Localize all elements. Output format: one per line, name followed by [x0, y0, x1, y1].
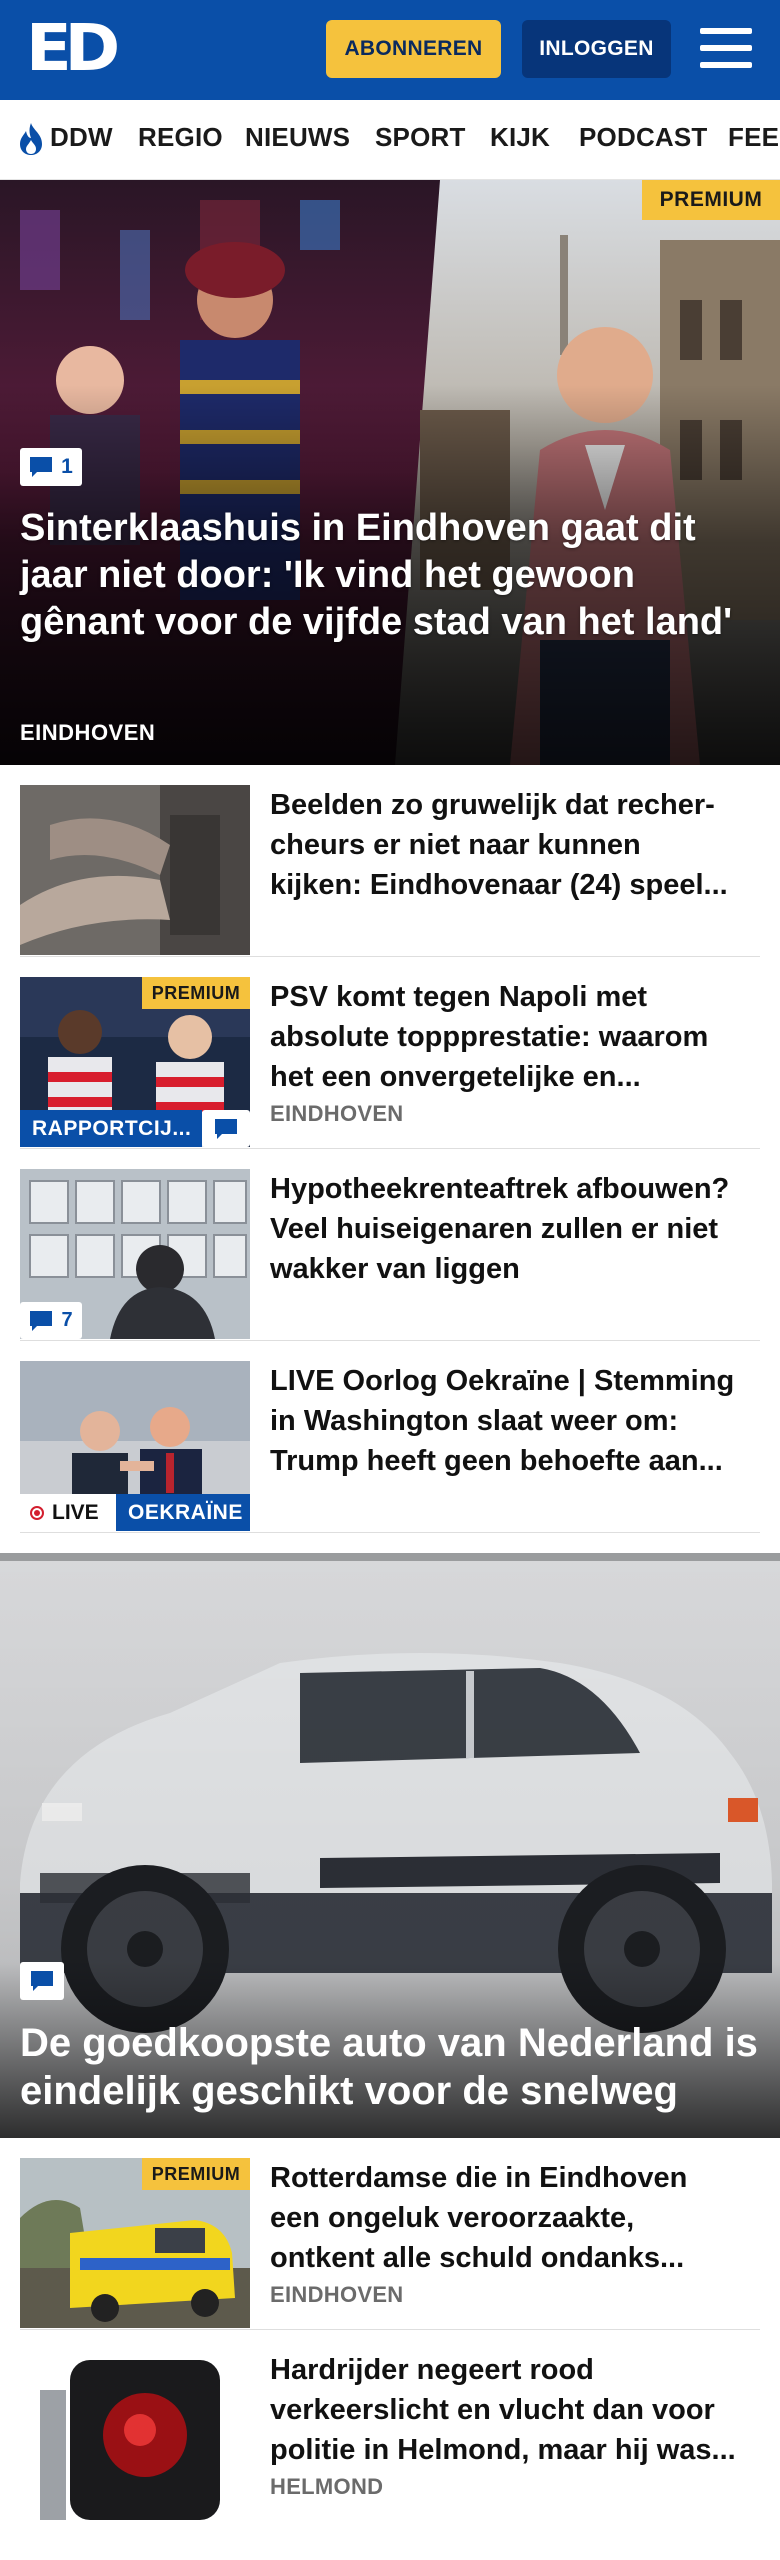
premium-badge: PREMIUM: [642, 180, 780, 220]
article-location: EINDHOVEN: [270, 1101, 404, 1126]
list-item[interactable]: Beelden zo gruwelijk dat recher­cheurs e…: [20, 765, 760, 957]
menu-icon[interactable]: [700, 24, 752, 72]
comment-count-badge: 1: [20, 448, 82, 486]
hero-location: EINDHOVEN: [20, 720, 156, 745]
article-headline[interactable]: Hypotheekrenteaftrek afbouwen? Veel huis…: [270, 1169, 740, 1289]
comment-icon: [30, 457, 53, 477]
section-nav: DDW REGIO NIEUWS SPORT KIJK PODCAST FEE: [0, 100, 780, 180]
list-item[interactable]: PREMIUM Rotterdamse die in Eindhoven een…: [20, 2138, 760, 2330]
comment-icon: [215, 1118, 237, 1139]
list-item[interactable]: 7 Hypotheekrenteaftrek afbouwen? Veel hu…: [20, 1149, 760, 1341]
comment-badge: [202, 1110, 250, 1147]
article-headline[interactable]: LIVE Oorlog Oekraïne | Stemming in Washi…: [270, 1361, 740, 1481]
flame-icon: [20, 123, 42, 155]
article-location: HELMOND: [270, 2474, 384, 2499]
section-label: OEKRAÏNE: [116, 1494, 250, 1531]
list-item[interactable]: PREMIUM RAPPORTCIJ... PSV komt tegen Nap…: [20, 957, 760, 1149]
feature-article[interactable]: De goedkoopste auto van Nederland is ein…: [0, 1553, 780, 2138]
article-location: EINDHOVEN: [270, 2282, 404, 2307]
login-button[interactable]: INLOGGEN: [522, 20, 671, 78]
article-headline[interactable]: Hardrijder negeert rood verkeerslicht en…: [270, 2350, 740, 2470]
article-thumbnail: [20, 785, 250, 955]
ed-logo[interactable]: ED: [26, 17, 120, 81]
article-headline[interactable]: Beelden zo gruwelijk dat recher­cheurs e…: [270, 785, 740, 905]
hero-article[interactable]: PREMIUM 1 Sinterklaashuis in Eindhoven g…: [0, 180, 780, 765]
comment-count-badge: 7: [20, 1302, 82, 1339]
article-headline[interactable]: Rotterdamse die in Eindhoven een ongeluk…: [270, 2158, 740, 2278]
premium-badge: PREMIUM: [142, 977, 250, 1009]
nav-item-fee[interactable]: FEE: [728, 122, 779, 153]
list-item[interactable]: LIVE OEKRAÏNE LIVE Oorlog Oekraïne | Ste…: [20, 1341, 760, 1533]
feature-headline[interactable]: De goedkoopste auto van Nederland is ein…: [20, 2019, 765, 2115]
subscribe-button[interactable]: ABONNEREN: [326, 20, 501, 78]
nav-item-regio[interactable]: REGIO: [138, 122, 223, 153]
section-label: RAPPORTCIJ...: [20, 1110, 202, 1147]
top-bar: ED ABONNEREN INLOGGEN: [0, 0, 780, 100]
nav-item-ddw[interactable]: DDW: [50, 122, 113, 153]
comment-badge: [20, 1962, 64, 2000]
premium-badge: PREMIUM: [142, 2158, 250, 2190]
nav-item-nieuws[interactable]: NIEUWS: [245, 122, 350, 153]
comment-icon: [30, 1310, 53, 1331]
nav-item-kijk[interactable]: KIJK: [490, 122, 550, 153]
live-badge: LIVE: [20, 1494, 116, 1531]
article-headline[interactable]: PSV komt tegen Napoli met absolute toppp…: [270, 977, 740, 1097]
comment-icon: [31, 1971, 53, 1991]
live-dot-icon: [30, 1505, 44, 1520]
article-thumbnail: [20, 2350, 250, 2520]
list-item[interactable]: Hardrijder negeert rood verkeerslicht en…: [20, 2330, 760, 2560]
nav-item-sport[interactable]: SPORT: [375, 122, 466, 153]
nav-item-podcast[interactable]: PODCAST: [579, 122, 708, 153]
hero-headline[interactable]: Sinterklaashuis in Eindhoven gaat dit ja…: [20, 505, 760, 646]
